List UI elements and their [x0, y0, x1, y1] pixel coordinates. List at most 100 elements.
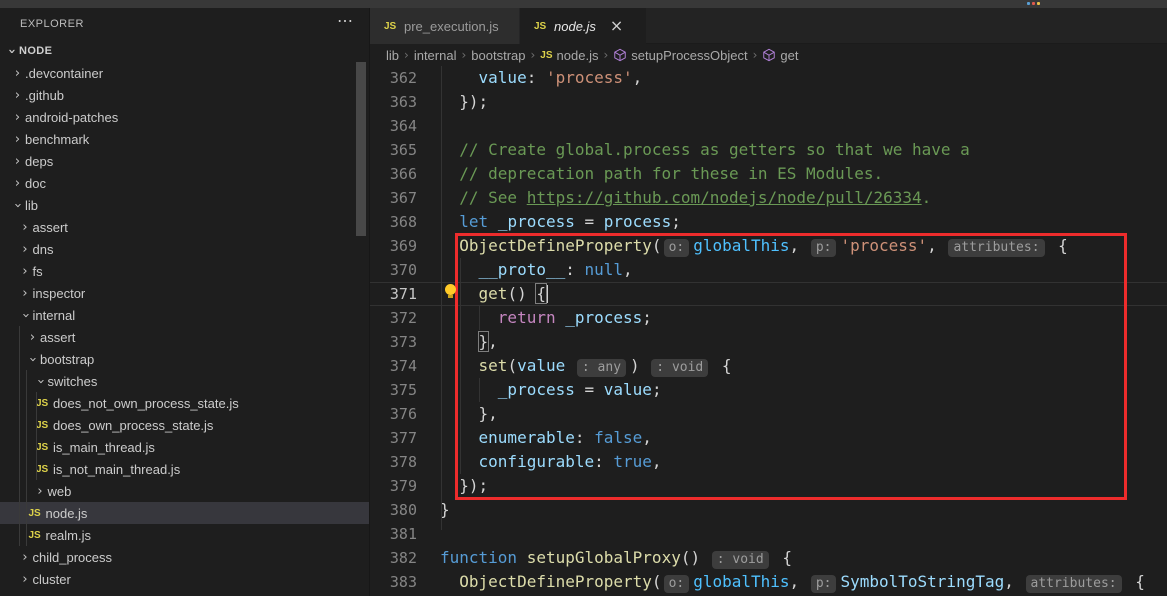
- sidebar-item-dns[interactable]: ›dns: [0, 238, 369, 260]
- line-number[interactable]: 368: [370, 210, 417, 234]
- line-number[interactable]: 371: [370, 282, 417, 306]
- code-line-376[interactable]: 376 },: [370, 402, 1167, 426]
- sidebar-scrollbar[interactable]: [356, 62, 366, 236]
- sidebar-item-android-patches[interactable]: ›android-patches: [0, 106, 369, 128]
- sidebar-item-does-own-process-state-js[interactable]: JSdoes_own_process_state.js: [0, 414, 369, 436]
- line-number[interactable]: 366: [370, 162, 417, 186]
- sidebar-item-is-not-main-thread-js[interactable]: JSis_not_main_thread.js: [0, 458, 369, 480]
- line-number[interactable]: 378: [370, 450, 417, 474]
- sidebar-item-does-not-own-process-state-js[interactable]: JSdoes_not_own_process_state.js: [0, 392, 369, 414]
- sidebar-item-assert[interactable]: ›assert: [0, 326, 369, 348]
- code-line-368[interactable]: 368 let _process = process;: [370, 210, 1167, 234]
- sidebar-item-child-process[interactable]: ›child_process: [0, 546, 369, 568]
- line-number[interactable]: 362: [370, 66, 417, 90]
- bracket-match: {: [536, 284, 546, 303]
- code-line-373[interactable]: 373 },: [370, 330, 1167, 354]
- code-line-379[interactable]: 379 });: [370, 474, 1167, 498]
- sidebar-item-deps[interactable]: ›deps: [0, 150, 369, 172]
- breadcrumb-item-get[interactable]: get: [762, 48, 798, 63]
- sidebar-item-lib[interactable]: ›lib: [0, 194, 369, 216]
- sidebar-item-assert[interactable]: ›assert: [0, 216, 369, 238]
- breadcrumb-item-bootstrap[interactable]: bootstrap: [471, 48, 525, 63]
- item-label: deps: [25, 154, 53, 169]
- line-number[interactable]: 379: [370, 474, 417, 498]
- more-actions-icon[interactable]: ⋯: [337, 12, 353, 32]
- sidebar-item-benchmark[interactable]: ›benchmark: [0, 128, 369, 150]
- code-line-371[interactable]: 371 get() {: [370, 282, 1167, 306]
- code-line-370[interactable]: 370 __proto__: null,: [370, 258, 1167, 282]
- code-line-364[interactable]: 364: [370, 114, 1167, 138]
- line-number[interactable]: 367: [370, 186, 417, 210]
- chevron-right-icon: ›: [25, 330, 40, 345]
- sidebar-item-fs[interactable]: ›fs: [0, 260, 369, 282]
- line-number[interactable]: 376: [370, 402, 417, 426]
- sidebar-item-node-js[interactable]: JSnode.js: [0, 502, 369, 524]
- item-label: cluster: [33, 572, 71, 587]
- breadcrumb-item-setupprocessobject[interactable]: setupProcessObject: [613, 48, 747, 63]
- line-number[interactable]: 381: [370, 522, 417, 546]
- line-number[interactable]: 383: [370, 570, 417, 594]
- tab-pre-execution-js[interactable]: JSpre_execution.js: [370, 8, 520, 44]
- code-text: });: [417, 474, 1167, 498]
- code-line-362[interactable]: 362 value: 'process',: [370, 66, 1167, 90]
- item-label: is_not_main_thread.js: [53, 462, 180, 477]
- breadcrumb-item-internal[interactable]: internal: [414, 48, 457, 63]
- code-line-375[interactable]: 375 _process = value;: [370, 378, 1167, 402]
- line-number[interactable]: 365: [370, 138, 417, 162]
- sidebar-item--devcontainer[interactable]: ›.devcontainer: [0, 62, 369, 84]
- line-number[interactable]: 380: [370, 498, 417, 522]
- sidebar-item-inspector[interactable]: ›inspector: [0, 282, 369, 304]
- sidebar-item-realm-js[interactable]: JSrealm.js: [0, 524, 369, 546]
- inlay-hint-chip: o:: [664, 239, 690, 257]
- code-line-367[interactable]: 367 // See https://github.com/nodejs/nod…: [370, 186, 1167, 210]
- line-number[interactable]: 364: [370, 114, 417, 138]
- code-line-383[interactable]: 383 ObjectDefineProperty(o:globalThis, p…: [370, 570, 1167, 594]
- code-line-365[interactable]: 365 // Create global.process as getters …: [370, 138, 1167, 162]
- breadcrumb-item-lib[interactable]: lib: [386, 48, 399, 63]
- line-number[interactable]: 372: [370, 306, 417, 330]
- code-editor[interactable]: 362 value: 'process',363 });364365 // Cr…: [370, 66, 1167, 596]
- sidebar-item-internal[interactable]: ›internal: [0, 304, 369, 326]
- code-line-366[interactable]: 366 // deprecation path for these in ES …: [370, 162, 1167, 186]
- code-line-380[interactable]: 380}: [370, 498, 1167, 522]
- code-text: [417, 114, 1167, 138]
- tab-node-js[interactable]: JSnode.js×: [520, 8, 646, 44]
- sidebar-item-is-main-thread-js[interactable]: JSis_main_thread.js: [0, 436, 369, 458]
- code-line-374[interactable]: 374 set(value : any) : void {: [370, 354, 1167, 378]
- editor-indent-guide: [479, 378, 480, 402]
- sidebar-section-node[interactable]: › NODE: [0, 40, 369, 62]
- line-number[interactable]: 363: [370, 90, 417, 114]
- close-icon[interactable]: ×: [610, 18, 623, 34]
- code-line-369[interactable]: 369 ObjectDefineProperty(o:globalThis, p…: [370, 234, 1167, 258]
- sidebar-item-switches[interactable]: ›switches: [0, 370, 369, 392]
- line-number[interactable]: 375: [370, 378, 417, 402]
- code-line-381[interactable]: 381: [370, 522, 1167, 546]
- breadcrumb-item-node-js[interactable]: JSnode.js: [540, 48, 598, 63]
- item-label: web: [48, 484, 72, 499]
- sidebar-item-cluster[interactable]: ›cluster: [0, 568, 369, 590]
- line-number[interactable]: 373: [370, 330, 417, 354]
- js-file-icon: JS: [36, 464, 53, 475]
- code-line-372[interactable]: 372 return _process;: [370, 306, 1167, 330]
- sidebar-item-bootstrap[interactable]: ›bootstrap: [0, 348, 369, 370]
- code-line-378[interactable]: 378 configurable: true,: [370, 450, 1167, 474]
- line-number[interactable]: 374: [370, 354, 417, 378]
- code-line-377[interactable]: 377 enumerable: false,: [370, 426, 1167, 450]
- line-number[interactable]: 377: [370, 426, 417, 450]
- code-text: set(value : any) : void {: [417, 354, 1167, 378]
- breadcrumb-label: lib: [386, 48, 399, 63]
- breadcrumb-separator: ›: [603, 48, 608, 62]
- line-number[interactable]: 370: [370, 258, 417, 282]
- code-text: }: [417, 498, 1167, 522]
- js-file-icon: JS: [36, 398, 53, 409]
- sidebar-item--github[interactable]: ›.github: [0, 84, 369, 106]
- lightbulb-icon[interactable]: [444, 284, 457, 297]
- line-number[interactable]: 369: [370, 234, 417, 258]
- chevron-down-icon: ›: [10, 198, 25, 213]
- sidebar-item-web[interactable]: ›web: [0, 480, 369, 502]
- js-file-icon: JS: [540, 50, 552, 61]
- sidebar-item-doc[interactable]: ›doc: [0, 172, 369, 194]
- line-number[interactable]: 382: [370, 546, 417, 570]
- code-line-382[interactable]: 382function setupGlobalProxy() : void {: [370, 546, 1167, 570]
- code-line-363[interactable]: 363 });: [370, 90, 1167, 114]
